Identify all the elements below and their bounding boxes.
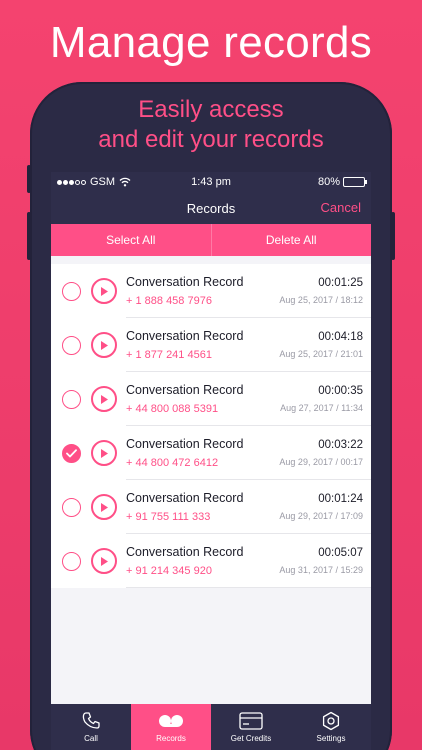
record-list: Conversation Record + 1 888 458 7976 00:01… bbox=[51, 264, 371, 588]
app-screen: GSM 1:43 pm 80% Records Cancel Select Al… bbox=[51, 172, 371, 750]
checkbox-checked-icon[interactable] bbox=[62, 443, 81, 463]
record-left: Conversation Record + 44 800 472 6412 bbox=[126, 426, 279, 479]
tab-label: Call bbox=[84, 734, 98, 743]
record-row[interactable]: Conversation Record + 1 888 458 7976 00:01… bbox=[51, 264, 371, 318]
record-phone: + 44 800 088 5391 bbox=[126, 402, 219, 415]
tab-bar: Call Records Get Credits Settings bbox=[51, 704, 371, 750]
record-row[interactable]: Conversation Record + 1 877 241 4561 00:04… bbox=[51, 318, 371, 372]
play-icon[interactable] bbox=[91, 440, 117, 466]
tab-records[interactable]: Records bbox=[131, 704, 211, 750]
action-bar: Select All Delete All bbox=[51, 224, 371, 256]
record-details: Conversation Record + 44 800 472 6412 00:0… bbox=[126, 426, 371, 480]
record-details: Conversation Record + 44 800 088 5391 00:0… bbox=[126, 372, 371, 426]
checkbox-icon[interactable] bbox=[62, 335, 81, 355]
signal-icon bbox=[57, 179, 86, 185]
record-duration: 00:01:25 bbox=[318, 276, 363, 289]
record-name: Conversation Record bbox=[126, 382, 244, 397]
record-right: 00:00:35 Aug 27, 2017 / 11:34 bbox=[280, 372, 363, 425]
record-duration: 00:04:18 bbox=[318, 330, 363, 343]
record-details: Conversation Record + 91 214 345 920 00:05… bbox=[126, 534, 371, 588]
tape-icon bbox=[158, 711, 184, 731]
cancel-button[interactable]: Cancel bbox=[321, 200, 361, 215]
status-bar: GSM 1:43 pm 80% bbox=[51, 172, 371, 192]
headline: Manage records bbox=[49, 18, 373, 67]
record-right: 00:04:18 Aug 25, 2017 / 21:01 bbox=[279, 318, 363, 371]
tab-label: Records bbox=[156, 734, 186, 743]
record-name: Conversation Record bbox=[126, 544, 244, 559]
record-phone: + 91 755 111 333 bbox=[126, 510, 211, 523]
tab-get-credits[interactable]: Get Credits bbox=[211, 704, 291, 750]
delete-all-button[interactable]: Delete All bbox=[212, 224, 372, 256]
play-icon[interactable] bbox=[91, 332, 117, 358]
record-row[interactable]: Conversation Record + 91 214 345 920 00:05… bbox=[51, 534, 371, 588]
record-phone: + 91 214 345 920 bbox=[126, 564, 212, 577]
record-date: Aug 29, 2017 / 00:17 bbox=[279, 456, 363, 467]
record-row[interactable]: Conversation Record + 44 800 088 5391 00:0… bbox=[51, 372, 371, 426]
checkbox-icon[interactable] bbox=[62, 497, 81, 517]
phone-volume-button bbox=[27, 212, 31, 260]
checkbox-icon[interactable] bbox=[62, 389, 81, 409]
phone-power-button bbox=[391, 212, 395, 260]
record-details: Conversation Record + 1 877 241 4561 00:04… bbox=[126, 318, 371, 372]
record-duration: 00:00:35 bbox=[318, 384, 363, 397]
phone-mute-switch bbox=[27, 165, 31, 193]
play-icon[interactable] bbox=[91, 494, 117, 520]
record-details: Conversation Record + 91 755 111 333 00:01… bbox=[126, 480, 371, 534]
record-name: Conversation Record bbox=[126, 436, 244, 451]
record-right: 00:03:22 Aug 29, 2017 / 00:17 bbox=[279, 426, 363, 479]
record-date: Aug 25, 2017 / 18:12 bbox=[279, 294, 363, 305]
carrier-label: GSM bbox=[90, 176, 116, 188]
battery-percent: 80% bbox=[317, 176, 340, 188]
record-left: Conversation Record + 1 877 241 4561 bbox=[126, 318, 279, 371]
tab-call[interactable]: Call bbox=[51, 704, 131, 750]
tab-label: Get Credits bbox=[230, 734, 272, 743]
checkbox-icon[interactable] bbox=[62, 551, 81, 571]
play-icon[interactable] bbox=[91, 278, 117, 304]
tab-settings[interactable]: Settings bbox=[291, 704, 371, 750]
wifi-icon bbox=[119, 177, 131, 187]
record-date: Aug 25, 2017 / 21:01 bbox=[279, 348, 363, 359]
play-icon[interactable] bbox=[91, 386, 117, 412]
status-left: GSM bbox=[57, 176, 131, 188]
battery-icon bbox=[343, 177, 367, 187]
record-duration: 00:03:22 bbox=[318, 438, 363, 451]
record-phone: + 1 877 241 4561 bbox=[126, 348, 212, 361]
record-name: Conversation Record bbox=[126, 328, 244, 343]
select-all-button[interactable]: Select All bbox=[51, 224, 211, 256]
subtitle-line-2: and edit your records bbox=[98, 126, 324, 153]
nav-bar: Records Cancel bbox=[51, 192, 371, 224]
checkbox-icon[interactable] bbox=[62, 281, 81, 301]
record-details: Conversation Record + 1 888 458 7976 00:01… bbox=[126, 264, 371, 318]
record-date: Aug 29, 2017 / 17:09 bbox=[279, 510, 363, 521]
record-left: Conversation Record + 1 888 458 7976 bbox=[126, 264, 279, 317]
record-phone: + 44 800 472 6412 bbox=[126, 456, 219, 469]
record-right: 00:05:07 Aug 31, 2017 / 15:29 bbox=[279, 534, 363, 587]
record-right: 00:01:25 Aug 25, 2017 / 18:12 bbox=[279, 264, 363, 317]
record-date: Aug 27, 2017 / 11:34 bbox=[280, 402, 363, 413]
record-date: Aug 31, 2017 / 15:29 bbox=[279, 564, 363, 575]
record-row[interactable]: Conversation Record + 91 755 111 333 00:01… bbox=[51, 480, 371, 534]
tab-label: Settings bbox=[316, 734, 346, 743]
record-left: Conversation Record + 44 800 088 5391 bbox=[126, 372, 280, 425]
record-phone: + 1 888 458 7976 bbox=[126, 294, 212, 307]
status-right: 80% bbox=[317, 176, 367, 188]
gear-icon bbox=[321, 711, 341, 731]
record-row[interactable]: Conversation Record + 44 800 472 6412 00:0… bbox=[51, 426, 371, 480]
nav-title: Records bbox=[186, 200, 236, 216]
record-duration: 00:01:24 bbox=[318, 492, 363, 505]
record-name: Conversation Record bbox=[126, 490, 244, 505]
record-duration: 00:05:07 bbox=[318, 546, 363, 559]
subtitle-line-1: Easily access bbox=[138, 96, 284, 123]
credit-card-icon bbox=[239, 711, 263, 731]
record-left: Conversation Record + 91 755 111 333 bbox=[126, 480, 279, 533]
record-left: Conversation Record + 91 214 345 920 bbox=[126, 534, 279, 587]
phone-icon bbox=[81, 711, 101, 731]
record-name: Conversation Record bbox=[126, 274, 244, 289]
record-right: 00:01:24 Aug 29, 2017 / 17:09 bbox=[279, 480, 363, 533]
play-icon[interactable] bbox=[91, 548, 117, 574]
